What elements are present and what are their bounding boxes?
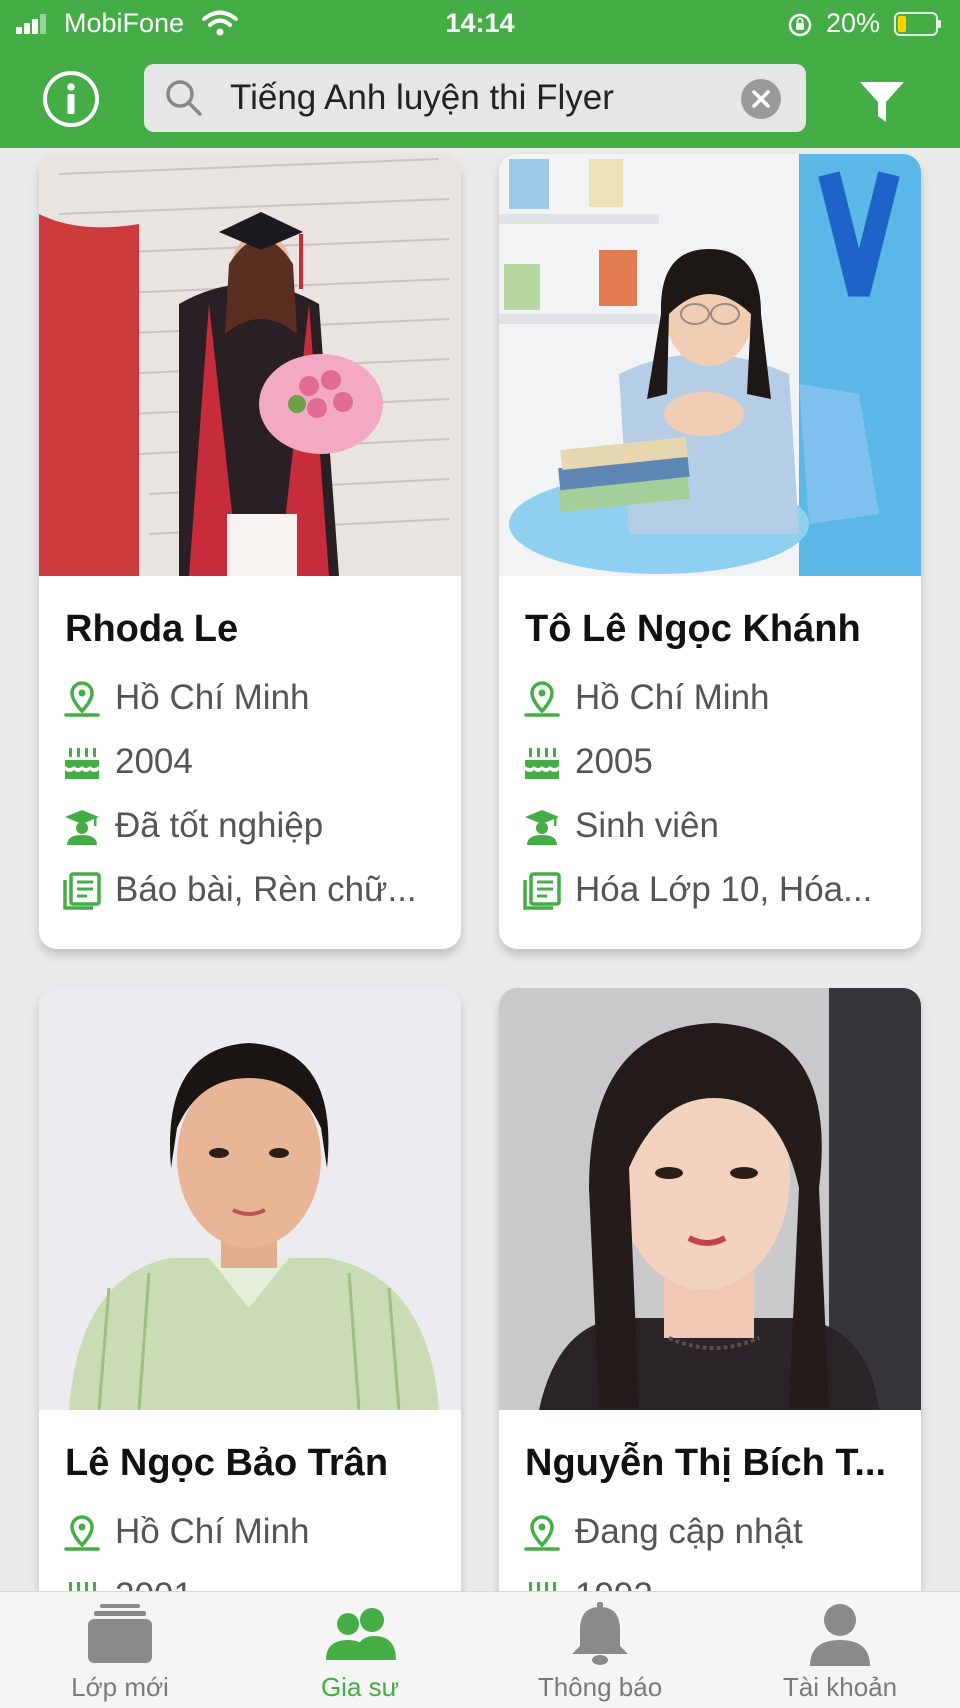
search-bar[interactable]: Tiếng Anh luyện thi Flyer <box>144 64 806 132</box>
search-icon <box>166 80 202 116</box>
book-icon <box>523 872 561 910</box>
tab-notifications[interactable]: Thông báo <box>480 1592 720 1708</box>
bell-icon <box>572 1602 628 1665</box>
tutor-name: Rhoda Le <box>65 608 239 650</box>
cake-icon <box>65 748 99 779</box>
clear-icon[interactable] <box>740 78 782 120</box>
birth-year-row: 1992 <box>523 1572 908 1591</box>
tab-label: Gia sư <box>320 1672 400 1702</box>
search-input[interactable]: Tiếng Anh luyện thi Flyer <box>230 78 614 118</box>
tutor-birth-year: 1992 <box>575 1576 905 1591</box>
tutor-photo <box>39 988 461 1410</box>
cake-icon <box>529 1582 556 1591</box>
location-row: Hồ Chí Minh <box>523 674 908 724</box>
tutor-location: Hồ Chí Minh <box>115 678 310 717</box>
cake-icon <box>69 1582 96 1591</box>
birth-year-row: 2001 <box>63 1572 448 1591</box>
tutor-card[interactable]: Tô Lê Ngọc Khánh Hồ Chí Minh 2005 Sinh v… <box>499 154 921 949</box>
tutor-grid: Rhoda Le Hồ Chí Minh 2004 Đã tốt nghiệp … <box>0 148 960 1591</box>
tutor-location: Hồ Chí Minh <box>575 678 770 717</box>
status-row: Đã tốt nghiệp <box>63 802 448 852</box>
tutor-name: Nguyễn Thị Bích T... <box>525 1442 887 1484</box>
tab-label: Tài khoản <box>782 1672 898 1702</box>
tutor-photo <box>39 154 461 576</box>
subjects-row: Báo bài, Rèn chữ... <box>63 866 448 916</box>
tab-label: Thông báo <box>537 1672 663 1702</box>
location-row: Hồ Chí Minh <box>63 674 448 724</box>
rotation-lock-icon <box>788 13 812 37</box>
location-row: Đang cập nhật <box>523 1508 908 1558</box>
clock: 14:14 <box>445 8 515 38</box>
location-icon <box>524 1515 560 1551</box>
battery-percent: 20% <box>826 8 881 38</box>
status-bar: MobiFone 14:14 20% <box>0 0 960 48</box>
location-icon <box>64 681 100 717</box>
bottom-tab-bar: Lớp mới Gia sư Thông báo Tài khoản <box>0 1591 960 1708</box>
birth-year-row: 2005 <box>523 738 908 788</box>
tutor-card[interactable]: Lê Ngọc Bảo Trân Hồ Chí Minh 2001 <box>39 988 461 1591</box>
tutor-name: Lê Ngọc Bảo Trân <box>65 1442 389 1484</box>
tab-label: Lớp mới <box>71 1672 169 1702</box>
tutor-status: Đã tốt nghiệp <box>115 806 324 845</box>
tutor-location: Đang cập nhật <box>575 1512 803 1551</box>
tutor-name: Tô Lê Ngọc Khánh <box>525 608 861 650</box>
location-icon <box>64 1515 100 1551</box>
tab-classes[interactable]: Lớp mới <box>0 1592 240 1708</box>
tutor-birth-year: 2001 <box>115 1576 445 1591</box>
status-row: Sinh viên <box>523 802 908 852</box>
cake-icon <box>525 748 559 779</box>
tab-account[interactable]: Tài khoản <box>720 1592 960 1708</box>
tutor-subjects: Hóa Lớp 10, Hóa... <box>575 870 873 909</box>
filter-icon[interactable] <box>858 78 906 126</box>
tutor-photo <box>499 154 921 576</box>
tutor-card[interactable]: Rhoda Le Hồ Chí Minh 2004 Đã tốt nghiệp … <box>39 154 461 949</box>
tutor-card[interactable]: Nguyễn Thị Bích T... Đang cập nhật 1992 <box>499 988 921 1591</box>
info-icon[interactable] <box>42 70 100 128</box>
tutor-birth-year: 2005 <box>575 742 653 781</box>
tutor-photo <box>499 988 921 1410</box>
classes-icon <box>88 1604 152 1663</box>
top-bar: MobiFone 14:14 20% Tiếng Anh luyện thi F… <box>0 0 960 148</box>
graduate-icon <box>65 810 99 845</box>
battery-icon <box>894 12 941 36</box>
tutor-status: Sinh viên <box>575 806 719 845</box>
tutor-subjects: Báo bài, Rèn chữ... <box>115 870 417 909</box>
tutors-icon <box>326 1608 396 1660</box>
subjects-row: Hóa Lớp 10, Hóa... <box>523 866 908 916</box>
tutor-location: Hồ Chí Minh <box>115 1512 310 1551</box>
account-icon <box>810 1604 870 1666</box>
location-icon <box>524 681 560 717</box>
graduate-icon <box>525 810 559 845</box>
tab-tutors[interactable]: Gia sư <box>240 1592 480 1708</box>
book-icon <box>63 872 101 910</box>
birth-year-row: 2004 <box>63 738 448 788</box>
tutor-birth-year: 2004 <box>115 742 193 781</box>
location-row: Hồ Chí Minh <box>63 1508 448 1558</box>
